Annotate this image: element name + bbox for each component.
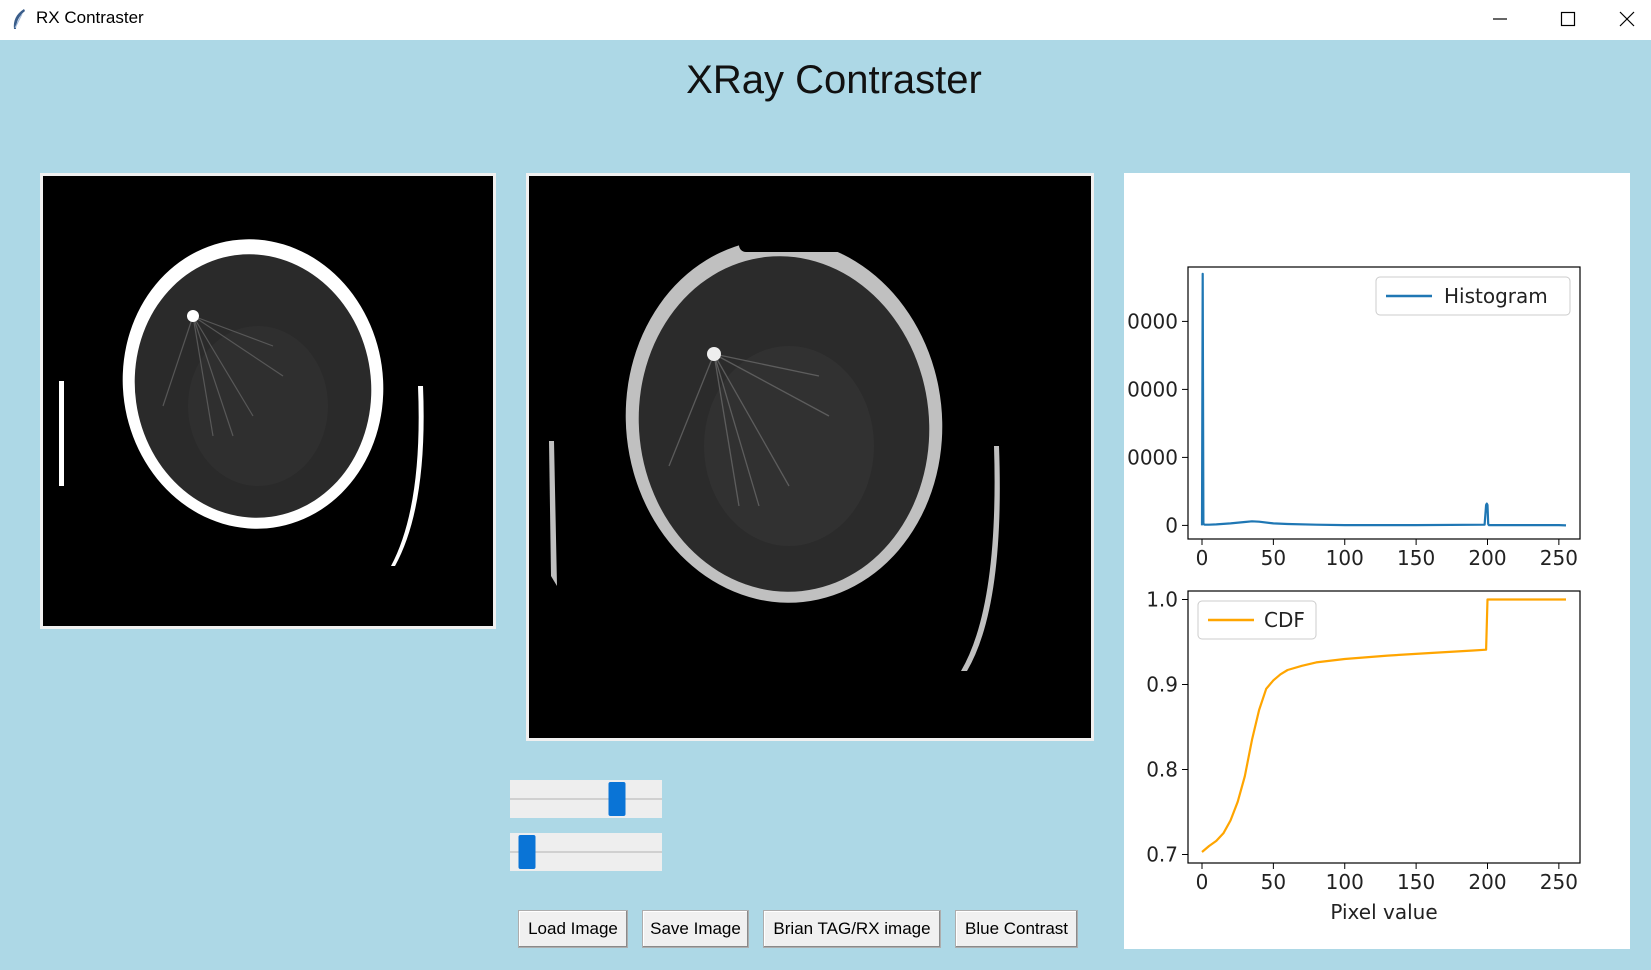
x-tick-label: 150: [1397, 870, 1435, 894]
y-tick-label: 1.0: [1146, 588, 1178, 612]
x-tick-label: 200: [1468, 546, 1506, 570]
y-tick-label: 0000: [1127, 309, 1178, 333]
load-image-button[interactable]: Load Image: [518, 910, 628, 948]
y-tick-label: 0: [1165, 513, 1178, 537]
y-tick-label: 0000: [1127, 377, 1178, 401]
x-tick-label: 100: [1326, 546, 1364, 570]
y-tick-label: 0.7: [1146, 843, 1178, 867]
y-tick-label: 0.8: [1146, 758, 1178, 782]
blue-contrast-button[interactable]: Blue Contrast: [955, 910, 1078, 948]
x-tick-label: 50: [1261, 546, 1286, 570]
x-tick-label: 150: [1397, 546, 1435, 570]
x-tick-label: 50: [1261, 870, 1286, 894]
x-tick-label: 250: [1540, 870, 1578, 894]
slider-thumb[interactable]: [608, 782, 626, 816]
contrast-slider-2[interactable]: [510, 833, 662, 871]
processed-image: [526, 173, 1094, 741]
x-tick-label: 250: [1540, 546, 1578, 570]
slider-thumb[interactable]: [518, 835, 536, 869]
brian-tag-rx-image-button[interactable]: Brian TAG/RX image: [763, 910, 941, 948]
x-tick-label: 100: [1326, 870, 1364, 894]
x-tick-label: 200: [1468, 870, 1506, 894]
maximize-icon: [1560, 11, 1576, 27]
app-heading: XRay Contraster: [686, 58, 982, 102]
window-title: RX Contraster: [36, 8, 144, 27]
close-icon: [1619, 11, 1634, 27]
plot-panel: 0 50 100 150 200 250 0000 0000 0000 0 Histogram 0 50…: [1124, 173, 1630, 949]
close-button[interactable]: [1602, 0, 1651, 38]
window-titlebar: RX Contraster: [0, 0, 1651, 40]
y-tick-label: 0000: [1127, 445, 1178, 469]
legend-label: Histogram: [1444, 284, 1548, 308]
x-tick-label: 0: [1196, 870, 1209, 894]
slider-trough: [510, 798, 662, 800]
contrast-slider-1[interactable]: [510, 780, 662, 818]
maximize-button[interactable]: [1534, 0, 1602, 38]
ct-head-scan-original-icon: [43, 176, 493, 626]
minimize-button[interactable]: [1466, 0, 1534, 38]
legend-label: CDF: [1264, 608, 1305, 632]
ct-head-scan-processed-icon: [529, 176, 1091, 738]
y-tick-label: 0.9: [1146, 673, 1178, 697]
original-image: [40, 173, 496, 629]
x-axis-label: Pixel value: [1330, 900, 1437, 924]
histogram-cdf-plots: 0 50 100 150 200 2500000000000000Histogram0 50…: [1127, 266, 1581, 924]
feather-icon: [13, 9, 25, 29]
save-image-button[interactable]: Save Image: [642, 910, 749, 948]
x-tick-label: 0: [1196, 546, 1209, 570]
minimize-icon: [1493, 18, 1507, 20]
